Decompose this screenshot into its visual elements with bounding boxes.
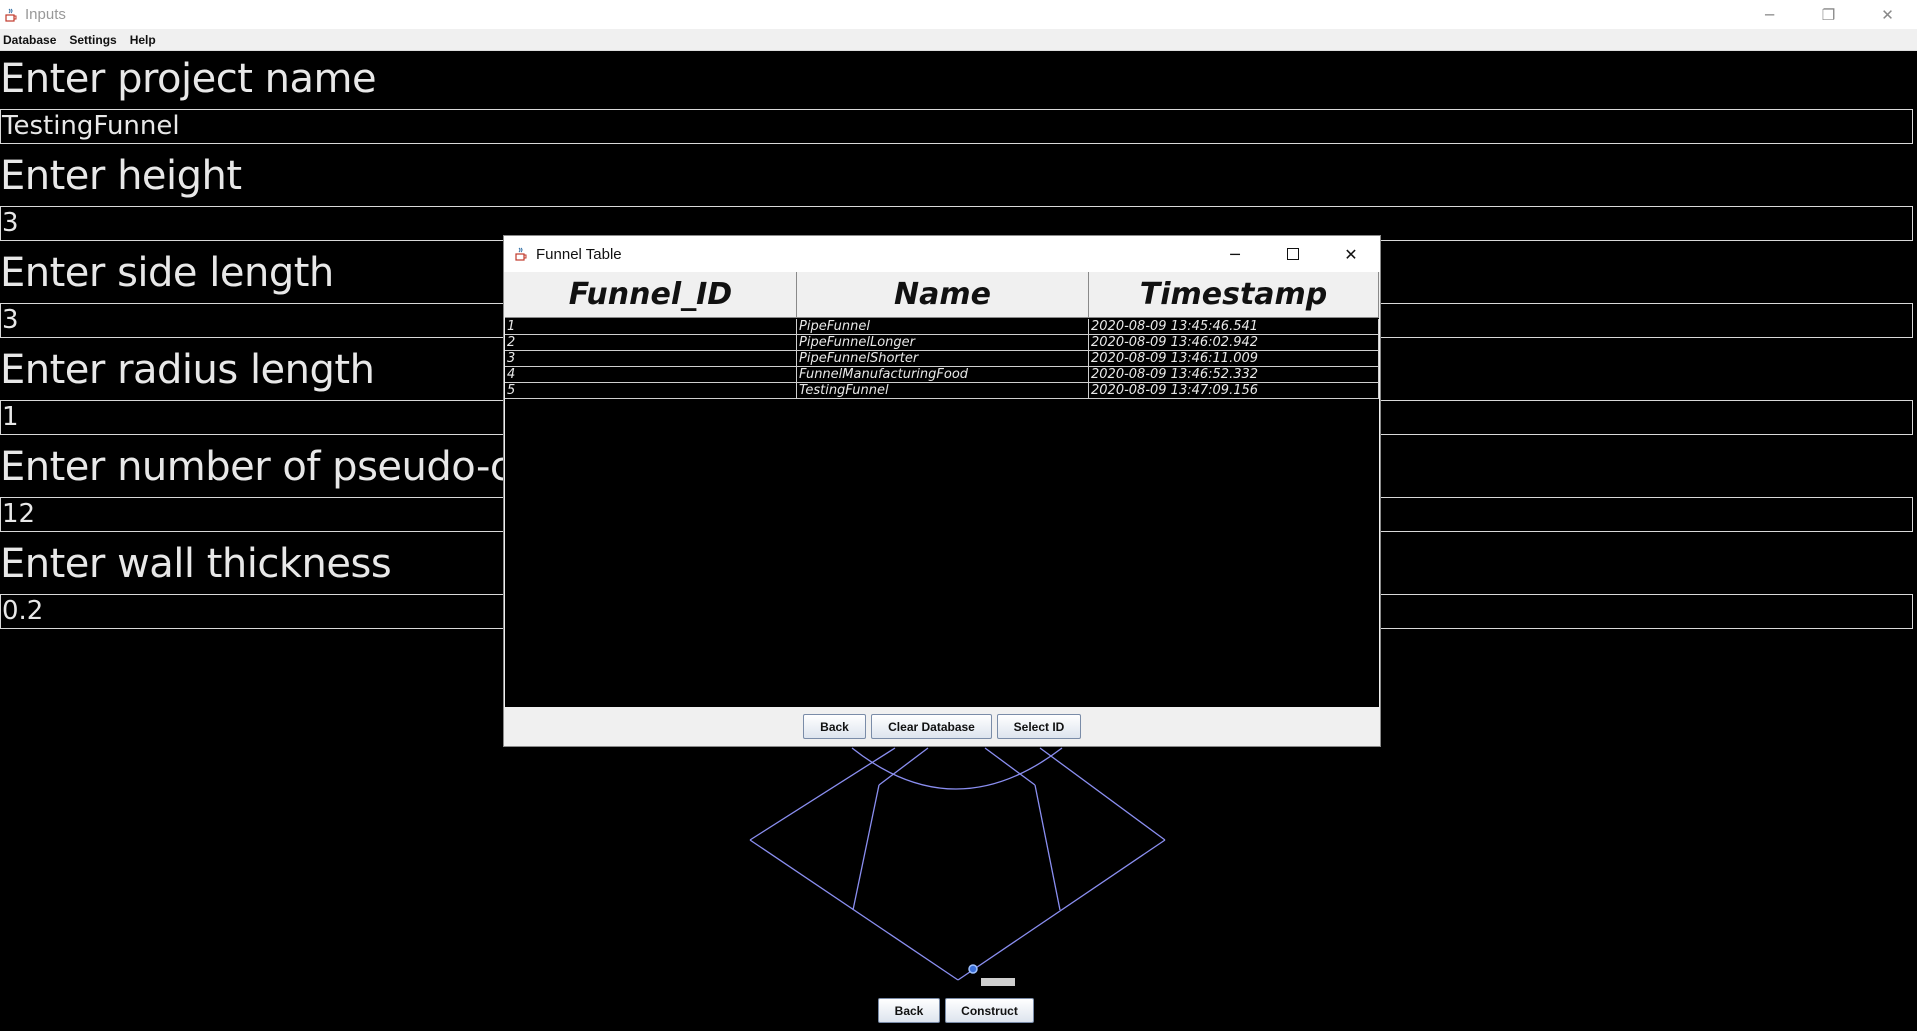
table-header: Funnel_ID Name Timestamp bbox=[505, 272, 1379, 318]
cell-name[interactable]: PipeFunnel bbox=[797, 319, 1089, 335]
java-cup-icon bbox=[512, 245, 530, 263]
dialog-back-button[interactable]: Back bbox=[803, 714, 866, 739]
menu-settings[interactable]: Settings bbox=[69, 33, 116, 47]
dialog-button-bar: Back Clear Database Select ID bbox=[504, 707, 1380, 746]
height-row: Enter height 3 bbox=[0, 148, 1917, 245]
project-name-input[interactable]: TestingFunnel bbox=[0, 109, 1913, 144]
cell-funnel-id[interactable]: 5 bbox=[505, 383, 797, 399]
table-row[interactable]: 3 PipeFunnelShorter 2020-08-09 13:46:11.… bbox=[505, 351, 1379, 367]
radius-length-label: Enter radius length bbox=[0, 347, 375, 393]
dialog-title: Funnel Table bbox=[536, 245, 622, 263]
dialog-maximize-button[interactable] bbox=[1264, 236, 1322, 272]
cell-name[interactable]: TestingFunnel bbox=[797, 383, 1089, 399]
menu-help[interactable]: Help bbox=[130, 33, 156, 47]
pseudo-circle-label: Enter number of pseudo-cir bbox=[0, 444, 538, 490]
cell-timestamp[interactable]: 2020-08-09 13:46:02.942 bbox=[1089, 335, 1379, 351]
table-row[interactable]: 1 PipeFunnel 2020-08-09 13:45:46.541 bbox=[505, 319, 1379, 335]
dialog-close-button[interactable]: ✕ bbox=[1322, 236, 1380, 272]
construct-button[interactable]: Construct bbox=[945, 998, 1034, 1023]
table-row[interactable]: 4 FunnelManufacturingFood 2020-08-09 13:… bbox=[505, 367, 1379, 383]
maximize-icon bbox=[1287, 248, 1299, 260]
menu-database[interactable]: Database bbox=[3, 33, 56, 47]
column-header-funnel-id[interactable]: Funnel_ID bbox=[505, 272, 797, 318]
cell-name[interactable]: PipeFunnelShorter bbox=[797, 351, 1089, 367]
menu-bar: Database Settings Help bbox=[0, 29, 1917, 51]
cell-name[interactable]: PipeFunnelLonger bbox=[797, 335, 1089, 351]
height-label: Enter height bbox=[0, 153, 242, 199]
restore-button[interactable]: ❐ bbox=[1799, 0, 1858, 29]
close-button[interactable]: ✕ bbox=[1858, 0, 1917, 29]
window-title-bar: Inputs ─ ❐ ✕ bbox=[0, 0, 1917, 29]
table-row[interactable]: 2 PipeFunnelLonger 2020-08-09 13:46:02.9… bbox=[505, 335, 1379, 351]
dialog-title-bar: Funnel Table ─ ✕ bbox=[504, 236, 1380, 272]
table-row[interactable]: 5 TestingFunnel 2020-08-09 13:47:09.156 bbox=[505, 383, 1379, 399]
cell-funnel-id[interactable]: 4 bbox=[505, 367, 797, 383]
table-body: 1 PipeFunnel 2020-08-09 13:45:46.541 2 P… bbox=[505, 319, 1379, 399]
dialog-minimize-button[interactable]: ─ bbox=[1206, 236, 1264, 272]
funnel-table-dialog: Funnel Table ─ ✕ Funnel_ID Name Timestam… bbox=[503, 235, 1381, 747]
window-title: Inputs bbox=[25, 6, 66, 23]
minimize-button[interactable]: ─ bbox=[1740, 0, 1799, 29]
cell-funnel-id[interactable]: 1 bbox=[505, 319, 797, 335]
select-id-button[interactable]: Select ID bbox=[997, 714, 1081, 739]
project-name-row: Enter project name TestingFunnel bbox=[0, 51, 1917, 148]
side-length-label: Enter side length bbox=[0, 250, 334, 296]
cell-timestamp[interactable]: 2020-08-09 13:46:11.009 bbox=[1089, 351, 1379, 367]
cell-timestamp[interactable]: 2020-08-09 13:45:46.541 bbox=[1089, 319, 1379, 335]
column-header-name[interactable]: Name bbox=[797, 272, 1089, 318]
column-header-timestamp[interactable]: Timestamp bbox=[1089, 272, 1379, 318]
cell-timestamp[interactable]: 2020-08-09 13:47:09.156 bbox=[1089, 383, 1379, 399]
main-button-bar: Back Construct bbox=[878, 998, 1034, 1023]
cell-timestamp[interactable]: 2020-08-09 13:46:52.332 bbox=[1089, 367, 1379, 383]
clear-database-button[interactable]: Clear Database bbox=[871, 714, 992, 739]
back-button[interactable]: Back bbox=[878, 998, 940, 1023]
cell-funnel-id[interactable]: 2 bbox=[505, 335, 797, 351]
java-cup-icon bbox=[2, 6, 20, 24]
project-name-label: Enter project name bbox=[0, 56, 377, 102]
cell-funnel-id[interactable]: 3 bbox=[505, 351, 797, 367]
wall-thickness-label: Enter wall thickness bbox=[0, 541, 392, 587]
cell-name[interactable]: FunnelManufacturingFood bbox=[797, 367, 1089, 383]
funnel-table: Funnel_ID Name Timestamp 1 PipeFunnel 20… bbox=[505, 272, 1379, 707]
